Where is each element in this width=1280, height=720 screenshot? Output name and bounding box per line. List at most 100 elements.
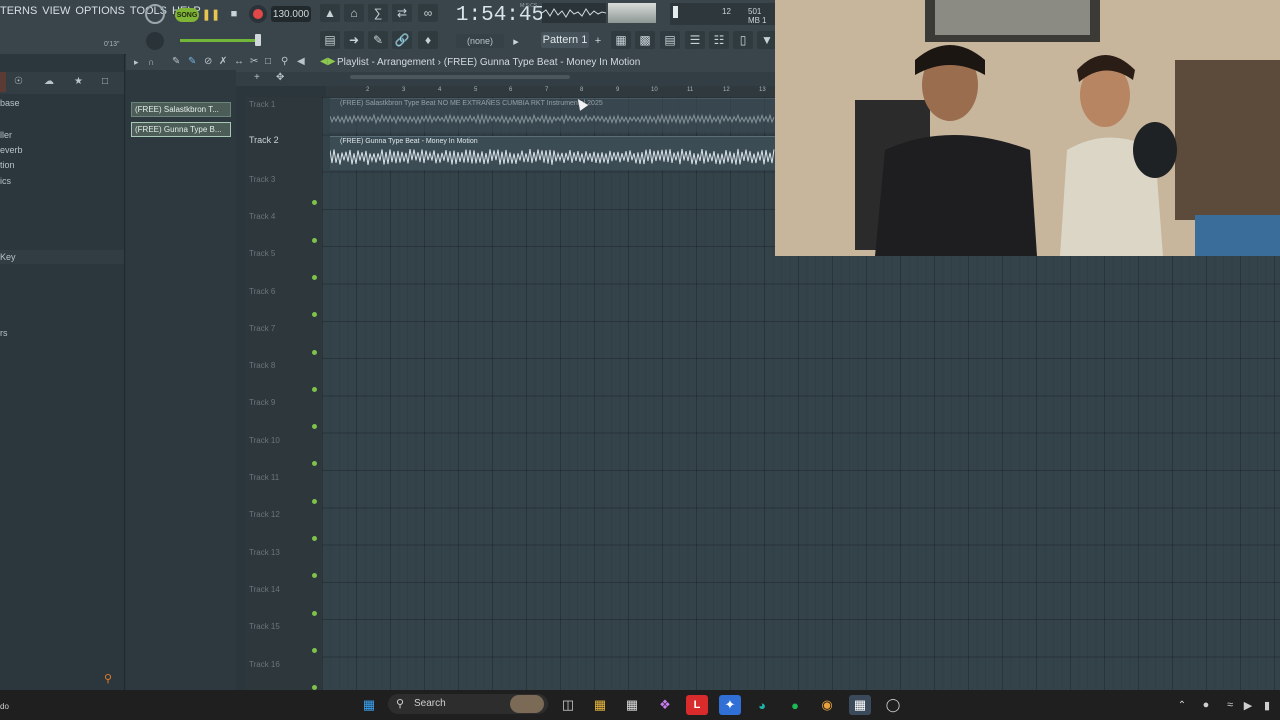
stamp-icon[interactable]: ♦ <box>418 31 438 49</box>
browser-item[interactable]: rs <box>0 328 8 338</box>
tempo-display[interactable]: 130.000 <box>271 6 311 22</box>
master-volume-handle[interactable] <box>255 34 261 46</box>
playlist-play-icon[interactable]: ◀▶ <box>320 56 335 67</box>
track-label[interactable]: Track 6 <box>249 287 275 296</box>
blend-notes-icon[interactable]: ∞ <box>418 4 438 22</box>
slip-tool-icon[interactable]: ↔ <box>234 56 244 67</box>
playlist-scrollbar[interactable] <box>320 74 775 80</box>
playlist-view-icon[interactable]: ▦ <box>611 31 631 49</box>
taskbar-search[interactable]: ⚲ Search <box>388 694 548 714</box>
scrollbar-thumb[interactable] <box>350 75 570 79</box>
link-icon[interactable]: 🔗 <box>392 31 412 49</box>
app-l-icon[interactable]: L <box>686 695 708 715</box>
browser-item[interactable]: Key <box>0 252 16 262</box>
track-mute-toggle[interactable] <box>312 610 317 616</box>
browser-item[interactable]: ller <box>0 130 12 140</box>
piano-icon[interactable]: ▤ <box>320 31 340 49</box>
record-button[interactable] <box>249 5 267 23</box>
track-label[interactable]: Track 1 <box>249 100 275 109</box>
track-label[interactable]: Track 2 <box>249 135 279 145</box>
add-pattern-icon[interactable]: + <box>592 34 604 48</box>
master-volume-slider[interactable] <box>180 39 260 42</box>
calculator-icon[interactable]: ▦ <box>621 695 643 715</box>
windows-start-icon[interactable]: ▦ <box>358 695 380 715</box>
file-explorer-icon[interactable]: ▦ <box>589 695 611 715</box>
menu-view[interactable]: VIEW <box>42 5 70 23</box>
chrome-icon[interactable]: ◉ <box>816 695 838 715</box>
browser-item[interactable]: tion <box>0 160 15 170</box>
browser-item[interactable]: ics <box>0 176 11 186</box>
arrow-icon[interactable]: ➜ <box>344 31 364 49</box>
picker-clip[interactable]: (FREE) Salastkbron T... <box>131 102 231 117</box>
cloud-icon[interactable]: ☁ <box>44 76 54 87</box>
metronome-icon[interactable]: ▲ <box>320 4 340 22</box>
track-label[interactable]: Track 8 <box>249 361 275 370</box>
track-mute-toggle[interactable] <box>312 386 317 392</box>
paint-tool-icon[interactable]: ✎ <box>188 56 196 67</box>
task-view-icon[interactable]: ◫ <box>557 695 579 715</box>
track-label[interactable]: Track 9 <box>249 398 275 407</box>
piano-roll-view-icon[interactable]: ▩ <box>635 31 655 49</box>
track-label[interactable]: Track 10 <box>249 436 280 445</box>
tools-icon[interactable]: ▼ <box>757 31 777 49</box>
audio-clip[interactable]: (FREE) Gunna Type Beat - Money In Motion <box>330 136 775 170</box>
track-label[interactable]: Track 3 <box>249 175 275 184</box>
star-icon[interactable]: ★ <box>74 76 83 87</box>
track-label[interactable]: Track 15 <box>249 622 280 631</box>
brush-icon[interactable]: ✎ <box>368 31 388 49</box>
track-mute-toggle[interactable] <box>312 237 317 243</box>
track-mute-toggle[interactable] <box>312 349 317 355</box>
track-mute-toggle[interactable] <box>312 498 317 504</box>
edge-icon[interactable]: ◕ <box>751 695 773 715</box>
track-mute-toggle[interactable] <box>312 647 317 653</box>
song-mode-toggle[interactable]: SONG <box>175 8 199 22</box>
spotify-icon[interactable]: ● <box>784 695 806 715</box>
arrow-keys-icon-2[interactable]: ✥ <box>276 72 284 83</box>
menu-patterns[interactable]: TERNS <box>0 5 37 23</box>
track-label[interactable]: Track 11 <box>249 473 279 482</box>
zoom-tool-icon[interactable]: ⚲ <box>281 56 288 67</box>
track-label[interactable]: Track 7 <box>249 324 275 333</box>
select-tool-icon[interactable]: □ <box>265 56 271 67</box>
microphone-icon[interactable]: ● <box>1195 695 1217 715</box>
tray-chevron-icon[interactable]: ⌃ <box>1171 695 1193 715</box>
channel-rack-icon[interactable]: ▤ <box>660 31 680 49</box>
recorder-icon[interactable]: ◯ <box>882 695 904 715</box>
plugin-icon[interactable]: ☉ <box>14 76 23 87</box>
browser-item[interactable]: base <box>0 98 20 108</box>
browser-item[interactable]: everb <box>0 145 23 155</box>
copilot-icon[interactable]: ❖ <box>654 695 676 715</box>
folder-icon[interactable]: □ <box>102 76 108 87</box>
magnet-icon[interactable]: ∩ <box>148 57 154 67</box>
loop-record-icon[interactable]: ⇄ <box>392 4 412 22</box>
slice-tool-icon[interactable]: ✂ <box>250 56 258 67</box>
playlist-arrow-icon[interactable]: ▸ <box>134 57 139 68</box>
track-mute-toggle[interactable] <box>312 536 317 541</box>
pattern-arrow-icon[interactable]: ▸ <box>510 34 522 48</box>
track-label[interactable]: Track 14 <box>249 585 280 594</box>
menu-options[interactable]: OPTIONS <box>75 5 125 23</box>
track-label[interactable]: Track 12 <box>249 510 280 519</box>
browser-icon[interactable]: ☷ <box>709 31 729 49</box>
picker-clip-selected[interactable]: (FREE) Gunna Type B... <box>131 122 231 137</box>
plugin-picker-icon[interactable]: ▯ <box>733 31 753 49</box>
fl-studio-icon[interactable]: ▦ <box>849 695 871 715</box>
playback-tool-icon[interactable]: ◀ <box>297 56 305 67</box>
timeline-ruler[interactable]: 2 3 4 5 6 7 8 9 10 11 12 13 <box>326 86 775 97</box>
track-label[interactable]: Track 5 <box>249 249 275 258</box>
track-label[interactable]: Track 16 <box>249 660 280 669</box>
add-track-icon[interactable]: + <box>254 72 260 83</box>
track-label[interactable]: Track 4 <box>249 212 275 221</box>
track-mute-toggle[interactable] <box>312 274 317 280</box>
browser-selected-row[interactable] <box>0 250 124 264</box>
pause-button[interactable]: ❚❚ <box>201 4 221 24</box>
delete-tool-icon[interactable]: ⊘ <box>204 56 212 67</box>
draw-tool-icon[interactable]: ✎ <box>172 56 180 67</box>
battery-icon[interactable]: ▮ <box>1256 695 1278 715</box>
wait-for-input-icon[interactable]: ⌂ <box>344 4 364 22</box>
app-pen-icon[interactable]: ✦ <box>719 695 741 715</box>
mute-tool-icon[interactable]: ✗ <box>219 56 227 67</box>
countdown-icon[interactable]: ∑ <box>368 4 388 22</box>
track-label[interactable]: Track 13 <box>249 548 280 557</box>
snap-selector[interactable]: (none) <box>456 34 504 48</box>
